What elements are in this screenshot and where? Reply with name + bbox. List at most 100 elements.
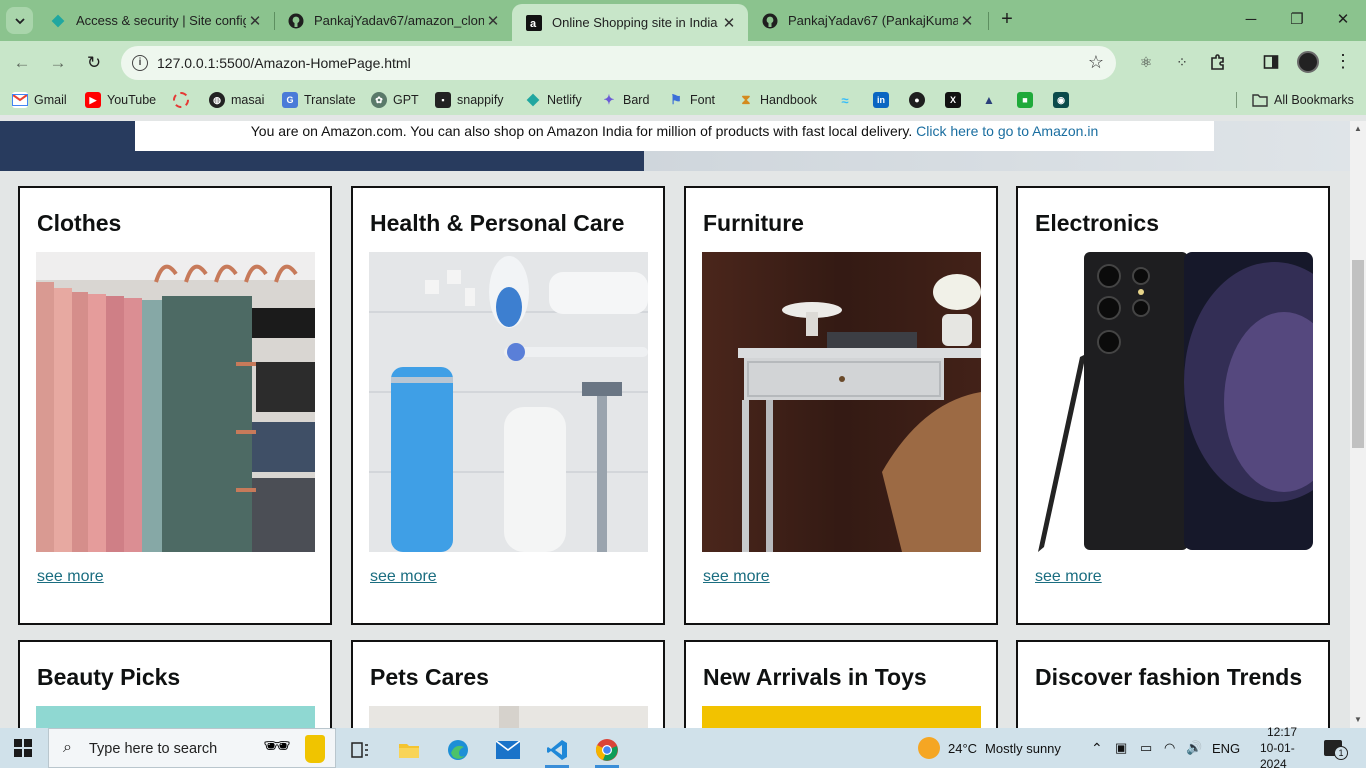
search-placeholder: Type here to search bbox=[89, 741, 218, 757]
bookmark-label: Font bbox=[690, 93, 716, 107]
bookmark-linkedin[interactable]: in bbox=[873, 91, 889, 109]
react-devtools-icon[interactable]: ⚛ bbox=[1136, 52, 1156, 72]
reload-button[interactable]: ↻ bbox=[81, 50, 107, 76]
file-explorer-icon[interactable] bbox=[389, 732, 429, 768]
health-image[interactable] bbox=[369, 252, 648, 552]
bookmark-font[interactable]: ⚑ Font bbox=[668, 91, 715, 109]
bookmark-mountain[interactable]: ▲ bbox=[981, 91, 997, 109]
back-button[interactable]: ← bbox=[9, 50, 35, 76]
extensions-puzzle-icon[interactable] bbox=[1208, 52, 1228, 72]
language-indicator[interactable]: ENG bbox=[1212, 728, 1240, 768]
bookmark-masai[interactable]: ◍ masai bbox=[209, 91, 264, 109]
weather-widget[interactable]: 24°C Mostly sunny bbox=[918, 728, 1061, 768]
close-icon[interactable]: ✕ bbox=[246, 12, 264, 30]
tailwind-icon: ≈ bbox=[841, 92, 849, 108]
scrollbar-thumb[interactable] bbox=[1352, 260, 1364, 448]
close-icon[interactable]: ✕ bbox=[958, 12, 976, 30]
battery-icon[interactable]: ▭ bbox=[1140, 728, 1152, 768]
show-hidden-icons-chevron-icon[interactable]: ⌃ bbox=[1091, 728, 1103, 768]
card-health: Health & Personal Care see more bbox=[351, 186, 665, 625]
furniture-image[interactable] bbox=[702, 252, 981, 552]
volume-icon[interactable]: 🔊 bbox=[1186, 728, 1202, 768]
edge-icon[interactable] bbox=[438, 732, 478, 768]
profile-avatar[interactable] bbox=[1297, 51, 1319, 73]
close-window-button[interactable]: ✕ bbox=[1331, 8, 1355, 32]
clock-date: 10-01-2024 bbox=[1260, 741, 1295, 768]
bookmark-star-icon[interactable]: ☆ bbox=[1088, 52, 1104, 73]
pets-image[interactable] bbox=[369, 706, 648, 728]
mail-icon[interactable] bbox=[488, 732, 528, 768]
x-twitter-icon: X bbox=[945, 92, 961, 108]
tab-strip: Access & security | Site configu ✕ Panka… bbox=[0, 0, 1366, 41]
bookmark-green-app[interactable]: ■ bbox=[1017, 91, 1033, 109]
minimize-button[interactable]: ─ bbox=[1239, 8, 1263, 32]
notification-center-icon[interactable]: 1 bbox=[1324, 728, 1348, 768]
tab-access-security[interactable]: Access & security | Site configu ✕ bbox=[36, 0, 274, 41]
tab-search-button[interactable] bbox=[6, 7, 33, 34]
teal-app-icon: ◉ bbox=[1053, 92, 1069, 108]
windows-start-icon[interactable] bbox=[14, 739, 32, 757]
beauty-image[interactable] bbox=[36, 706, 315, 728]
tab-online-shopping[interactable]: a Online Shopping site in India ✕ bbox=[512, 4, 748, 41]
electronics-image[interactable] bbox=[1034, 252, 1313, 552]
bookmark-gpt[interactable]: ✿ GPT bbox=[371, 91, 419, 109]
new-tab-button[interactable]: + bbox=[996, 8, 1018, 32]
see-more-link[interactable]: see more bbox=[370, 568, 437, 586]
bookmark-label: Handbook bbox=[760, 93, 817, 107]
extension-dots-icon[interactable]: ⁘ bbox=[1172, 52, 1192, 72]
card-electronics: Electronics see more bbox=[1016, 186, 1330, 625]
all-bookmarks[interactable]: All Bookmarks bbox=[1252, 91, 1354, 109]
clock-time: 12:17 bbox=[1266, 725, 1298, 739]
bookmark-label: masai bbox=[231, 93, 265, 107]
card-beauty-picks: Beauty Picks bbox=[18, 640, 332, 728]
side-panel-icon[interactable] bbox=[1261, 52, 1281, 72]
scroll-up-arrow-icon[interactable]: ▲ bbox=[1350, 121, 1366, 137]
clock[interactable]: 12:17 10-01-2024 bbox=[1260, 725, 1304, 768]
bookmark-snappify[interactable]: ▪ snappify bbox=[435, 91, 504, 109]
bookmark-teal-app[interactable]: ◉ bbox=[1053, 91, 1069, 109]
see-more-link[interactable]: see more bbox=[1035, 568, 1102, 586]
close-icon[interactable]: ✕ bbox=[720, 14, 738, 32]
bookmark-github[interactable]: ● bbox=[909, 91, 925, 109]
notice-text: You are on Amazon.com. You can also shop… bbox=[250, 123, 913, 139]
bookmark-label: Translate bbox=[304, 93, 356, 107]
bookmark-bard[interactable]: ✦ Bard bbox=[601, 91, 650, 109]
bookmark-translate[interactable]: G Translate bbox=[282, 91, 356, 109]
close-icon[interactable]: ✕ bbox=[484, 12, 502, 30]
bookmark-netlify[interactable]: Netlify bbox=[525, 91, 582, 109]
url-text[interactable]: 127.0.0.1:5500/Amazon-HomePage.html bbox=[157, 55, 411, 71]
tab-title: Access & security | Site configu bbox=[76, 13, 246, 28]
toys-image[interactable] bbox=[702, 706, 981, 728]
amazon-in-link[interactable]: Click here to go to Amazon.in bbox=[916, 123, 1098, 139]
tab-github-profile[interactable]: PankajYadav67 (PankajKumar Ya ✕ bbox=[748, 0, 986, 41]
menu-kebab-icon[interactable]: ⋮ bbox=[1334, 51, 1352, 72]
see-more-link[interactable]: see more bbox=[703, 568, 770, 586]
taskbar-search[interactable]: ⌕ Type here to search 🕶 bbox=[48, 728, 336, 768]
bookmark-youtube[interactable]: ▶ YouTube bbox=[85, 91, 156, 109]
task-view-icon[interactable] bbox=[340, 732, 380, 768]
youtube-icon: ▶ bbox=[85, 92, 101, 108]
address-bar[interactable]: i 127.0.0.1:5500/Amazon-HomePage.html ☆ bbox=[121, 46, 1116, 80]
bookmark-gmail[interactable]: Gmail bbox=[12, 91, 67, 109]
restore-button[interactable]: ❐ bbox=[1285, 8, 1309, 32]
clothes-image[interactable] bbox=[36, 252, 315, 552]
bookmark-x[interactable]: X bbox=[945, 91, 961, 109]
see-more-link[interactable]: see more bbox=[37, 568, 104, 586]
globe-icon: ◍ bbox=[209, 92, 225, 108]
bookmark-handbook[interactable]: ⧗ Handbook bbox=[738, 91, 817, 109]
card-title: Discover fashion Trends bbox=[1035, 664, 1303, 690]
tab-amazon-clone-repo[interactable]: PankajYadav67/amazon_clone ✕ bbox=[274, 0, 512, 41]
openai-icon: ✿ bbox=[371, 92, 387, 108]
chrome-icon[interactable] bbox=[587, 732, 627, 768]
bookmark-label: Netlify bbox=[547, 93, 582, 107]
scroll-down-arrow-icon[interactable]: ▼ bbox=[1350, 712, 1366, 728]
page-scrollbar[interactable]: ▲ ▼ bbox=[1350, 121, 1366, 728]
meet-now-icon[interactable]: ▣ bbox=[1115, 728, 1127, 768]
card-title: Beauty Picks bbox=[37, 664, 181, 690]
bookmark-red-circle[interactable] bbox=[173, 91, 189, 109]
vscode-icon[interactable] bbox=[537, 732, 577, 768]
forward-button[interactable]: → bbox=[45, 50, 71, 76]
site-info-icon[interactable]: i bbox=[132, 55, 148, 71]
bookmark-tailwind[interactable]: ≈ bbox=[837, 91, 853, 109]
wifi-icon[interactable]: ◠ bbox=[1164, 728, 1175, 768]
